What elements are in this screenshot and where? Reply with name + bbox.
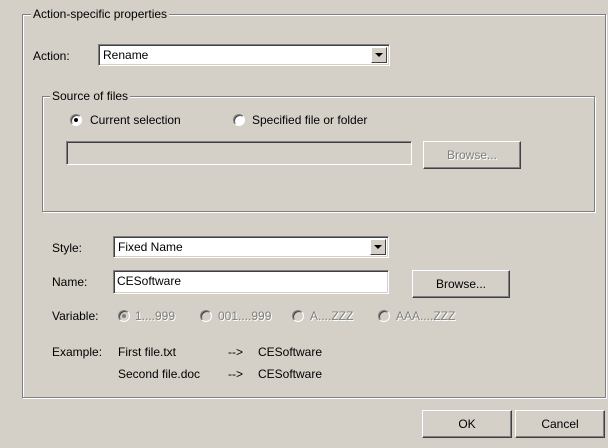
variable-option-4: AAA....ZZZ (396, 309, 456, 323)
example-row-2-arrow: --> (228, 367, 243, 381)
example-row-2-from: Second file.doc (118, 367, 201, 381)
variable-radio-4 (378, 310, 390, 322)
variable-option-3: A....ZZZ (310, 309, 354, 323)
radio-current-selection-label[interactable]: Current selection (90, 113, 181, 127)
ok-button[interactable]: OK (422, 410, 512, 438)
name-field[interactable]: CESoftware (113, 270, 389, 294)
example-row-2-to: CESoftware (258, 367, 323, 381)
variable-label: Variable: (52, 309, 99, 323)
radio-selected-dot (122, 314, 126, 318)
example-row-1-arrow: --> (228, 345, 243, 359)
variable-radio-3 (292, 310, 304, 322)
action-label: Action: (33, 49, 70, 63)
radio-current-selection[interactable] (70, 114, 82, 126)
variable-radio-2 (200, 310, 212, 322)
variable-radio-1 (118, 310, 130, 322)
chevron-down-icon[interactable] (370, 239, 386, 255)
style-select-value: Fixed Name (118, 240, 183, 254)
action-select[interactable]: Rename (98, 44, 390, 66)
style-label: Style: (52, 241, 83, 255)
radio-specified-file-label[interactable]: Specified file or folder (252, 113, 367, 127)
radio-specified-file[interactable] (233, 114, 245, 126)
variable-option-2: 001....999 (218, 309, 272, 323)
source-browse-button: Browse... (423, 141, 521, 169)
style-select[interactable]: Fixed Name (113, 236, 389, 258)
example-label: Example: (52, 345, 103, 359)
source-of-files-legend: Source of files (50, 89, 131, 103)
example-row-1-from: First file.txt (118, 345, 177, 359)
cancel-button[interactable]: Cancel (515, 410, 605, 438)
action-select-value: Rename (103, 48, 149, 62)
variable-option-1: 1....999 (135, 309, 176, 323)
chevron-down-icon[interactable] (371, 47, 387, 63)
action-properties-legend: Action-specific properties (31, 7, 170, 21)
radio-selected-dot (74, 118, 78, 122)
example-row-1-to: CESoftware (258, 345, 323, 359)
name-label: Name: (52, 275, 88, 289)
name-browse-button[interactable]: Browse... (412, 270, 510, 298)
source-path-field (66, 141, 412, 165)
